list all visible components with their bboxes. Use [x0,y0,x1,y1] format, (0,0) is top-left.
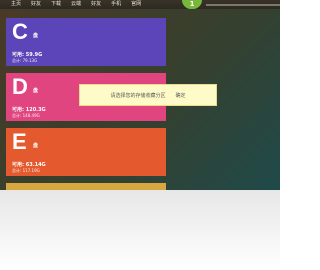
disk-available: 可用: 63.14G [12,162,46,168]
partition-prompt-toast: 请选择您的存储收藏分区 确定 [79,84,217,106]
toast-message: 请选择您的存储收藏分区 [110,92,166,99]
menu-item-download[interactable]: 下载 [46,0,66,9]
disk-letter: D [12,74,28,99]
disk-letter: C [12,19,28,44]
toast-confirm-button[interactable]: 确定 [176,92,186,99]
disk-total: 总计: 117.19G [12,168,40,173]
menu-item-mobile[interactable]: 手机 [106,0,126,9]
disk-total: 总计: 148.49G [12,113,40,118]
disk-letter: E [12,129,27,154]
disk-tile-c[interactable]: C 盘 可用: 59.9G 总计: 79.13G [6,18,166,66]
disk-suffix: 盘 [33,143,39,149]
next-disk-tile-edge[interactable] [6,183,166,190]
menu-item-friends-2[interactable]: 好友 [86,0,106,9]
menubar-divider [206,4,280,6]
disk-tile-e[interactable]: E 盘 可用: 63.14G 总计: 117.19G [6,128,166,176]
disk-available: 可用: 59.9G [12,52,43,58]
app-window: 主页 好友 下载 云端 好友 手机 官网 1 C 盘 可用: 59.9G 总计:… [0,0,280,190]
disk-available: 可用: 120.3G [12,107,46,113]
menu-item-cloud[interactable]: 云端 [66,0,86,9]
menu-item-friends[interactable]: 好友 [26,0,46,9]
disk-total: 总计: 79.13G [12,58,38,63]
disk-suffix: 盘 [33,33,39,39]
disk-suffix: 盘 [33,88,39,94]
menu-item-official-site[interactable]: 官网 [126,0,146,9]
window-reflection [0,190,280,270]
menu-item-home[interactable]: 主页 [6,0,26,9]
